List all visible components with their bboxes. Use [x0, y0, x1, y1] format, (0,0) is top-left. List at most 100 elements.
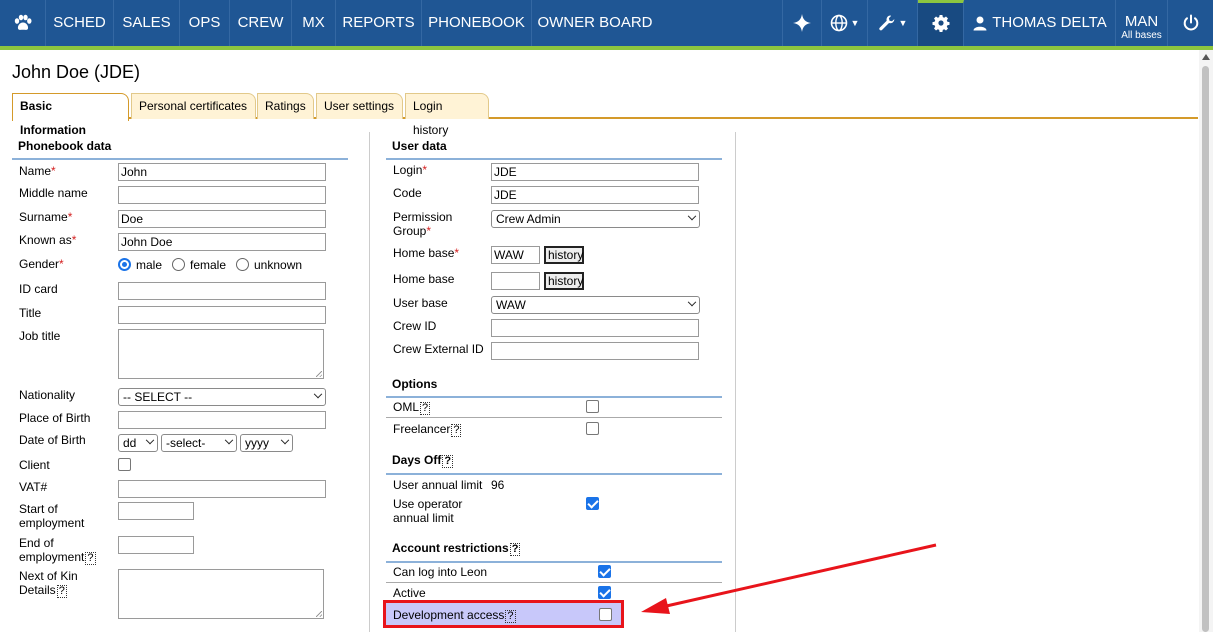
- code-field[interactable]: JDE: [491, 186, 699, 204]
- nav-sales[interactable]: SALES: [114, 0, 180, 46]
- place-of-birth-field[interactable]: [118, 411, 326, 429]
- nav-accent-stripe: [0, 46, 1213, 50]
- gender-unknown-label: unknown: [254, 258, 303, 272]
- permission-group-select[interactable]: Crew Admin: [491, 210, 700, 228]
- title-label: Title: [19, 306, 42, 320]
- job-title-textarea[interactable]: [118, 329, 324, 379]
- help-icon[interactable]: ?: [420, 402, 431, 415]
- nav-mx[interactable]: MX: [292, 0, 336, 46]
- chevron-down-icon: [224, 435, 234, 445]
- top-nav-bar: SCHED SALES OPS CREW MX REPORTS PHONEBOO…: [0, 0, 1213, 46]
- home-base-2-field[interactable]: [491, 272, 540, 290]
- nav-ops[interactable]: OPS: [180, 0, 230, 46]
- gender-unknown-radio[interactable]: [236, 258, 249, 271]
- annual-limit-value: 96: [491, 478, 505, 492]
- login-label: Login*: [393, 163, 428, 177]
- home-base-2-history-button[interactable]: history: [544, 272, 584, 290]
- user-base-select[interactable]: WAW: [491, 296, 700, 314]
- date-of-birth-label: Date of Birth: [19, 433, 86, 447]
- active-label: Active: [393, 586, 426, 600]
- crew-id-field[interactable]: [491, 319, 699, 337]
- end-employment-field[interactable]: [118, 536, 194, 554]
- crew-external-id-field[interactable]: [491, 342, 699, 360]
- gear-icon: [932, 15, 949, 33]
- known-as-field[interactable]: John Doe: [118, 233, 326, 251]
- login-field[interactable]: JDE: [491, 163, 699, 181]
- tab-login-history[interactable]: Login history: [405, 93, 489, 137]
- nav-sched[interactable]: SCHED: [46, 0, 114, 46]
- known-as-label: Known as*: [19, 233, 77, 247]
- dob-day-select[interactable]: dd: [118, 434, 158, 452]
- home-base-label: Home base*: [393, 246, 460, 260]
- help-icon[interactable]: ?: [505, 610, 516, 623]
- help-icon[interactable]: ?: [442, 455, 454, 468]
- surname-field[interactable]: Doe: [118, 210, 326, 228]
- home-base-field[interactable]: WAW: [491, 246, 540, 264]
- globe-icon: [830, 14, 847, 32]
- nav-owner-board[interactable]: OWNER BOARD: [532, 0, 658, 46]
- base-selector[interactable]: MAN All bases: [1116, 0, 1168, 46]
- client-checkbox[interactable]: [118, 458, 131, 471]
- id-card-field[interactable]: [118, 282, 326, 300]
- vat-field[interactable]: [118, 480, 326, 498]
- settings-button[interactable]: [918, 0, 964, 46]
- use-operator-limit-checkbox[interactable]: [586, 497, 599, 510]
- sparkle-icon: [793, 14, 811, 33]
- title-field[interactable]: [118, 306, 326, 324]
- gender-male-label: male: [136, 258, 163, 272]
- id-card-label: ID card: [19, 282, 58, 296]
- power-icon: [1183, 14, 1198, 31]
- language-menu[interactable]: ▼: [822, 0, 868, 46]
- active-checkbox[interactable]: [598, 586, 611, 599]
- tab-personal-certificates[interactable]: Personal certificates: [131, 93, 256, 119]
- help-icon[interactable]: ?: [56, 585, 67, 598]
- job-title-label: Job title: [19, 329, 61, 343]
- user-profile-menu[interactable]: THOMAS DELTA: [964, 0, 1116, 46]
- chevron-down-icon: ▼: [850, 18, 860, 29]
- annual-limit-label: User annual limit: [393, 478, 483, 492]
- tab-user-settings[interactable]: User settings: [316, 93, 403, 119]
- home-logo[interactable]: [0, 0, 46, 46]
- use-operator-limit-label: Use operator annual limit: [393, 497, 463, 525]
- place-of-birth-label: Place of Birth: [19, 411, 91, 425]
- ai-assistant-button[interactable]: [782, 0, 822, 46]
- scroll-up-icon[interactable]: [1202, 54, 1210, 60]
- help-icon[interactable]: ?: [509, 543, 521, 556]
- freelancer-checkbox[interactable]: [586, 422, 599, 435]
- dob-year-select[interactable]: yyyy: [240, 434, 293, 452]
- gender-female-label: female: [190, 258, 227, 272]
- dob-month-select[interactable]: -select-: [161, 434, 237, 452]
- can-log-leon-checkbox[interactable]: [598, 565, 611, 578]
- home-base-2-label: Home base: [393, 272, 455, 286]
- nationality-select[interactable]: -- SELECT --: [118, 388, 326, 406]
- user-icon: [973, 16, 987, 31]
- tab-basic-information[interactable]: Basic Information: [12, 93, 129, 137]
- development-access-checkbox[interactable]: [599, 608, 612, 621]
- scrollbar-thumb[interactable]: [1202, 66, 1209, 632]
- page-scrollbar[interactable]: [1199, 50, 1213, 632]
- surname-label: Surname*: [19, 210, 73, 224]
- gender-label: Gender*: [19, 257, 64, 271]
- middle-name-field[interactable]: [118, 186, 326, 204]
- nationality-label: Nationality: [19, 388, 76, 402]
- name-field[interactable]: John: [118, 163, 326, 181]
- oml-checkbox[interactable]: [586, 400, 599, 413]
- help-icon[interactable]: ?: [451, 424, 462, 437]
- logout-button[interactable]: [1168, 0, 1213, 46]
- start-employment-field[interactable]: [118, 502, 194, 520]
- nav-reports[interactable]: REPORTS: [336, 0, 422, 46]
- tab-bar: Basic Information Personal certificates …: [12, 93, 1198, 137]
- gender-male-radio[interactable]: [118, 258, 131, 271]
- chevron-down-icon: [145, 435, 155, 445]
- oml-label: OML?: [393, 400, 431, 415]
- phonebook-heading: Phonebook data: [12, 139, 348, 160]
- tools-menu[interactable]: ▼: [868, 0, 918, 46]
- wrench-icon: [878, 15, 894, 31]
- tab-ratings[interactable]: Ratings: [257, 93, 314, 119]
- nav-crew[interactable]: CREW: [230, 0, 292, 46]
- next-of-kin-textarea[interactable]: [118, 569, 324, 619]
- gender-female-radio[interactable]: [172, 258, 185, 271]
- nav-phonebook[interactable]: PHONEBOOK: [422, 0, 532, 46]
- help-icon[interactable]: ?: [85, 552, 96, 565]
- home-base-history-button[interactable]: history: [544, 246, 584, 264]
